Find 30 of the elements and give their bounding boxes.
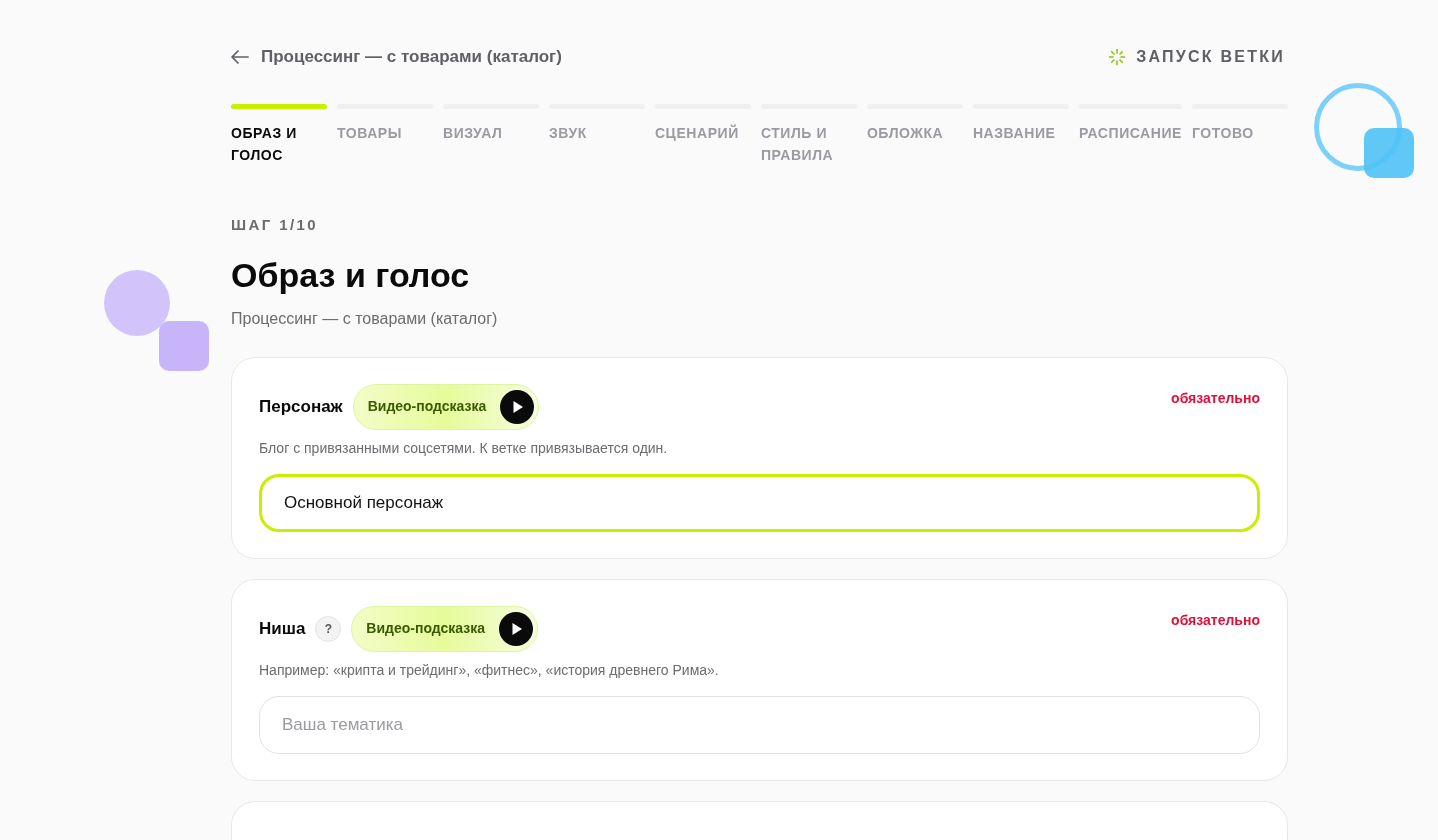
video-hint-button[interactable]: Видео-подсказка bbox=[352, 383, 540, 430]
step-tab[interactable]: НАЗВАНИЕ bbox=[972, 104, 1069, 166]
loading-icon bbox=[1108, 48, 1127, 66]
step-tab[interactable]: ОБРАЗ И ГОЛОС bbox=[231, 104, 327, 166]
step-tab[interactable]: ОБЛОЖКА bbox=[866, 104, 963, 166]
field-description: Блог с привязанными соцсетями. К ветке привязывается один. bbox=[259, 438, 669, 458]
step-tab[interactable]: СТИЛЬ И ПРАВИЛА bbox=[760, 104, 857, 166]
back-link[interactable]: Процессинг — с товарами (каталог) bbox=[231, 44, 562, 70]
field-label: Ниша bbox=[259, 617, 306, 640]
back-arrow-icon bbox=[231, 50, 249, 64]
text-input[interactable]: Ваша тематика bbox=[259, 695, 1260, 754]
field-description: Например: «крипта и трейдинг», «фитнес», «история древнего Рима». bbox=[259, 660, 720, 680]
text-input[interactable]: Основной персонаж bbox=[259, 473, 1260, 532]
step-tab[interactable]: РАСПИСАНИЕ bbox=[1078, 104, 1182, 166]
launch-button[interactable]: ЗАПУСК ВЕТКИ bbox=[1108, 45, 1285, 69]
field-label: Персонаж bbox=[259, 395, 343, 418]
step-tab[interactable]: СЦЕНАРИЙ bbox=[654, 104, 751, 166]
page-subtitle: Процессинг — с товарами (каталог) bbox=[231, 308, 499, 329]
required-label: обязательно bbox=[1171, 610, 1260, 630]
play-icon bbox=[500, 389, 535, 424]
page-title: Образ и голос bbox=[231, 254, 471, 295]
step-tab[interactable]: ГОТОВО bbox=[1191, 104, 1288, 166]
help-button[interactable]: ? bbox=[315, 615, 342, 642]
step-counter: ШАГ 1/10 bbox=[231, 215, 319, 235]
step-tab[interactable]: ЗВУК bbox=[548, 104, 645, 166]
required-label: обязательно bbox=[1171, 388, 1260, 408]
step-tab[interactable]: ВИЗУАЛ bbox=[442, 104, 539, 166]
play-icon bbox=[499, 611, 533, 646]
video-hint-button[interactable]: Видео-подсказка bbox=[351, 605, 538, 652]
step-tab[interactable]: ТОВАРЫ bbox=[337, 104, 433, 166]
